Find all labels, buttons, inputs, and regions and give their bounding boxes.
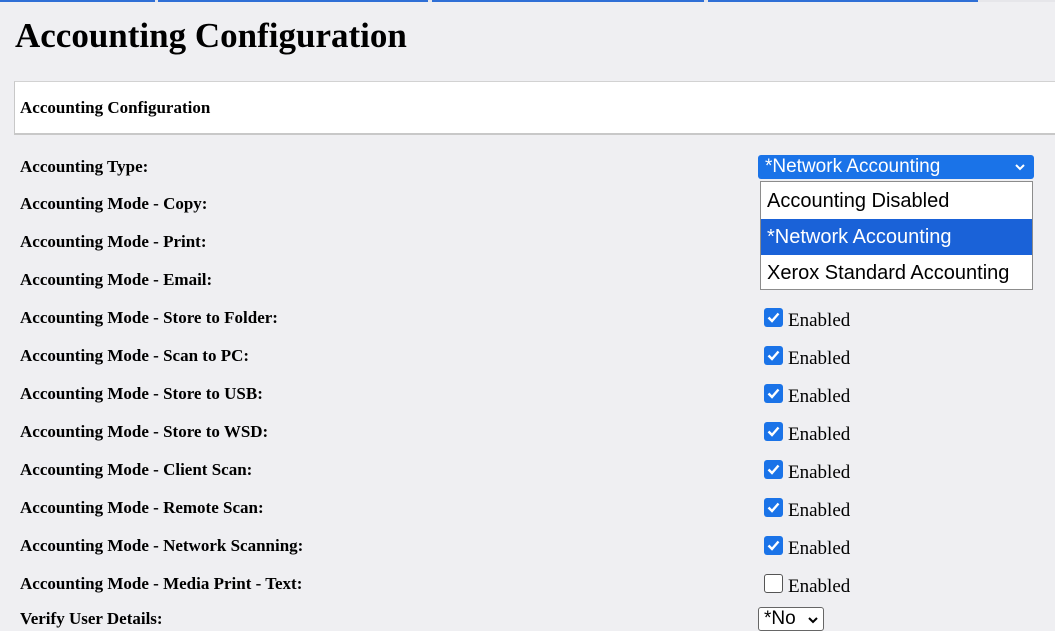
media-print-text-enabled-label: Enabled <box>788 576 851 597</box>
verify-user-details-label: Verify User Details: <box>20 609 163 628</box>
checkmark-icon <box>767 426 780 437</box>
mode-label-copy: Accounting Mode - Copy: <box>20 194 208 213</box>
chevron-down-icon <box>1015 164 1025 171</box>
remote-scan-enabled-label: Enabled <box>788 500 851 521</box>
mode-label-scan-to-pc: Accounting Mode - Scan to PC: <box>20 346 250 365</box>
checkmark-icon <box>767 502 780 513</box>
mode-label-client-scan: Accounting Mode - Client Scan: <box>20 460 253 479</box>
mode-label-remote-scan: Accounting Mode - Remote Scan: <box>20 498 264 517</box>
media-print-text-checkbox[interactable] <box>764 574 783 593</box>
page-title: Accounting Configuration <box>15 16 407 55</box>
checkmark-icon <box>767 312 780 323</box>
store-to-folder-enabled-label: Enabled <box>788 310 851 331</box>
top-tab-strip <box>0 0 1055 2</box>
store-to-folder-checkbox[interactable] <box>764 308 783 327</box>
client-scan-enabled-label: Enabled <box>788 462 851 483</box>
option-network-accounting[interactable]: *Network Accounting <box>761 219 1032 255</box>
mode-label-store-to-folder: Accounting Mode - Store to Folder: <box>20 308 278 327</box>
section-header-title: Accounting Configuration <box>20 98 211 117</box>
accounting-type-select[interactable]: *Network Accounting <box>758 155 1034 179</box>
store-to-usb-checkbox[interactable] <box>764 384 783 403</box>
accounting-type-dropdown-list: Accounting Disabled *Network Accounting … <box>760 181 1033 290</box>
section-header: Accounting Configuration <box>14 81 1055 135</box>
mode-label-store-to-wsd: Accounting Mode - Store to WSD: <box>20 422 269 441</box>
scan-to-pc-enabled-label: Enabled <box>788 348 851 369</box>
scan-to-pc-checkbox[interactable] <box>764 346 783 365</box>
mode-label-print: Accounting Mode - Print: <box>20 232 207 251</box>
network-scanning-enabled-label: Enabled <box>788 538 851 559</box>
remote-scan-checkbox[interactable] <box>764 498 783 517</box>
accounting-type-selected-value: *Network Accounting <box>765 156 941 177</box>
checkmark-icon <box>767 540 780 551</box>
verify-user-details-selected-value: *No <box>764 608 796 629</box>
store-to-wsd-checkbox[interactable] <box>764 422 783 441</box>
top-tab-indicator <box>708 0 978 2</box>
verify-user-details-select[interactable]: *No <box>758 607 824 631</box>
top-tab-indicator <box>432 0 704 2</box>
client-scan-checkbox[interactable] <box>764 460 783 479</box>
mode-label-store-to-usb: Accounting Mode - Store to USB: <box>20 384 263 403</box>
chevron-down-icon <box>808 617 818 624</box>
mode-label-email: Accounting Mode - Email: <box>20 270 213 289</box>
checkmark-icon <box>767 388 780 399</box>
store-to-wsd-enabled-label: Enabled <box>788 424 851 445</box>
checkmark-icon <box>767 350 780 361</box>
option-xerox-standard-accounting[interactable]: Xerox Standard Accounting <box>761 255 1032 291</box>
checkmark-icon <box>767 464 780 475</box>
top-tab-indicator <box>158 0 428 2</box>
mode-label-network-scanning: Accounting Mode - Network Scanning: <box>20 536 304 555</box>
accounting-type-label: Accounting Type: <box>20 157 149 176</box>
network-scanning-checkbox[interactable] <box>764 536 783 555</box>
option-accounting-disabled[interactable]: Accounting Disabled <box>761 183 1032 219</box>
top-tab-indicator <box>0 0 155 2</box>
store-to-usb-enabled-label: Enabled <box>788 386 851 407</box>
mode-label-media-print-text: Accounting Mode - Media Print - Text: <box>20 574 303 593</box>
